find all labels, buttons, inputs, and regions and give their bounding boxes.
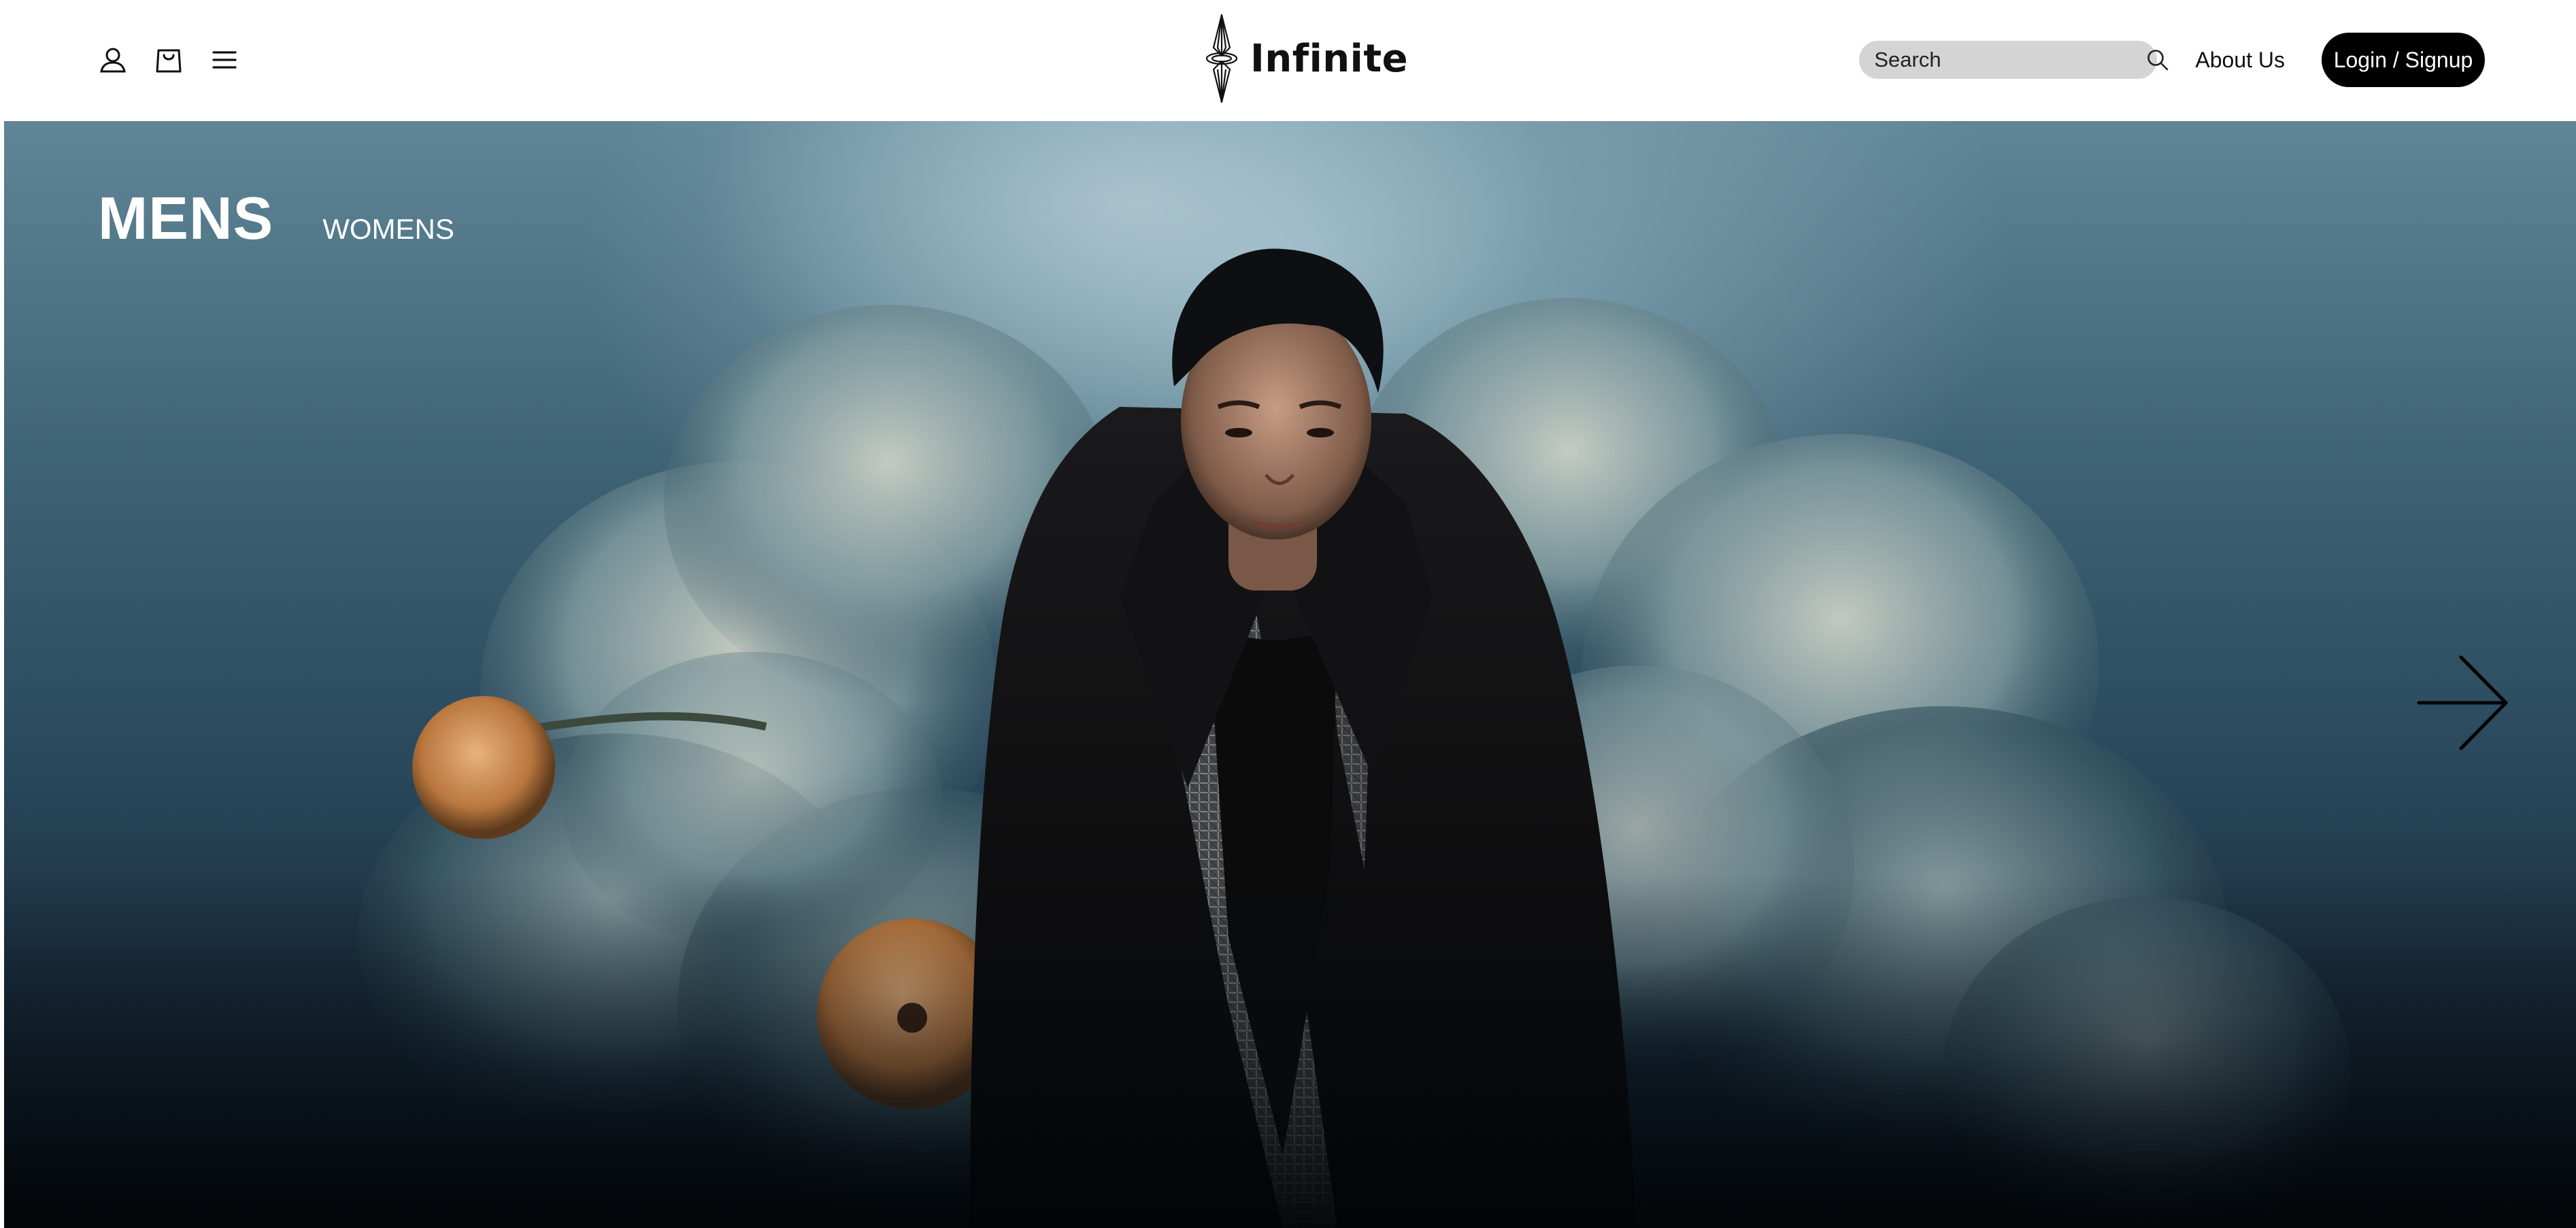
header-right-group: About Us Login / Signup bbox=[1859, 33, 2485, 87]
site-header: Infinite About Us Login / Signup bbox=[0, 0, 2576, 121]
search-icon[interactable] bbox=[2145, 46, 2170, 73]
fashion-model-photo bbox=[358, 248, 2351, 1228]
page: Infinite About Us Login / Signup bbox=[0, 0, 2576, 1228]
hamburger-menu-icon[interactable] bbox=[207, 42, 242, 78]
arrow-right-icon[interactable] bbox=[2412, 652, 2514, 754]
search-input[interactable] bbox=[1874, 46, 2146, 73]
logo-text: Infinite bbox=[1250, 36, 1409, 81]
header-icon-group bbox=[95, 42, 242, 78]
user-icon[interactable] bbox=[95, 42, 131, 78]
search-bar[interactable] bbox=[1859, 41, 2169, 79]
login-signup-button[interactable]: Login / Signup bbox=[2322, 33, 2485, 87]
about-us-link[interactable]: About Us bbox=[2195, 48, 2285, 73]
tab-womens[interactable]: WOMENS bbox=[322, 213, 454, 246]
hero-banner: MENS WOMENS bbox=[4, 121, 2576, 1228]
category-tabs: MENS WOMENS bbox=[98, 184, 454, 253]
shopping-bag-icon[interactable] bbox=[151, 42, 186, 78]
logo-diamond-icon bbox=[1203, 12, 1241, 105]
tab-mens[interactable]: MENS bbox=[98, 184, 273, 253]
brand-logo[interactable]: Infinite bbox=[1203, 12, 1408, 105]
